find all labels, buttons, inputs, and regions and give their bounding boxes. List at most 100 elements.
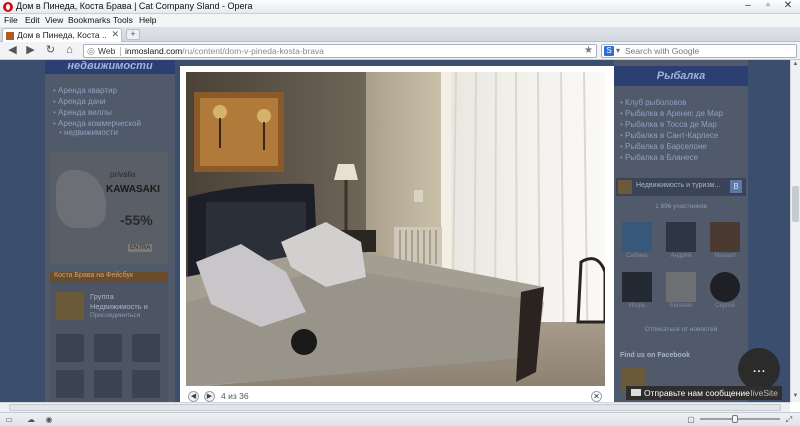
vertical-scroll-thumb[interactable]: [792, 186, 799, 222]
horizontal-scroll-thumb[interactable]: [9, 404, 781, 411]
scroll-down-icon[interactable]: ▼: [791, 393, 800, 401]
address-separator: [120, 47, 121, 56]
vk-member-avatar[interactable]: [666, 272, 696, 302]
vk-member-name: Евгения: [669, 303, 693, 309]
lightbox-photo[interactable]: [186, 72, 605, 386]
group-sub: Недвижимость и: [90, 302, 148, 311]
reload-icon[interactable]: ↻: [44, 44, 57, 57]
tab-title: Дом в Пинеда, Коста ...: [17, 30, 107, 40]
left-banner: недвижимости: [45, 60, 175, 74]
vk-logo-icon[interactable]: B: [730, 180, 742, 193]
opera-logo-icon[interactable]: [3, 2, 13, 12]
fit-width-icon[interactable]: ⤢: [784, 415, 794, 424]
tab-bar: Дом в Пинеда, Коста ... ✕ +: [0, 27, 800, 42]
menu-bookmarks[interactable]: Bookmarks: [68, 15, 111, 25]
ad-title: KAWASAKI: [106, 184, 160, 195]
search-input[interactable]: Search with Google: [625, 46, 699, 56]
zoom-slider[interactable]: [700, 415, 780, 423]
ad-discount: -55%: [120, 212, 153, 228]
right-link-1[interactable]: Рыбалка в Аренис де Мар: [620, 109, 723, 118]
search-engine-dropdown-icon[interactable]: ▾: [616, 46, 620, 55]
right-link-3[interactable]: Рыбалка в Сант-Карлесе: [620, 131, 718, 140]
title-bar: Дом в Пинеда, Коста Брава | Cat Company …: [0, 0, 800, 14]
group-title[interactable]: Группа: [90, 292, 114, 301]
navigation-bar: ◀ ▶ ↻ ⌂ ◎ Web inmosland.com/ru/content/d…: [0, 42, 800, 60]
vk-unsubscribe[interactable]: Отписаться от новостей: [614, 326, 748, 333]
minimize-button[interactable]: –: [738, 1, 758, 12]
right-link-5[interactable]: Рыбалка в Бланесе: [620, 153, 698, 162]
scroll-up-icon[interactable]: ▲: [791, 61, 800, 69]
lightbox-counter: 4 из 36: [221, 391, 249, 401]
left-link-3[interactable]: Аренда коммерческой: [53, 119, 141, 128]
group-photo-2[interactable]: [132, 334, 160, 362]
vk-member-avatar[interactable]: [710, 222, 740, 252]
view-icon[interactable]: ▢: [686, 415, 696, 424]
right-link-4[interactable]: Рыбалка в Барселоне: [620, 142, 707, 151]
group-thumb[interactable]: [56, 292, 84, 320]
close-window-button[interactable]: ✕: [778, 1, 798, 12]
menu-edit[interactable]: Edit: [25, 15, 40, 25]
address-url[interactable]: inmosland.com/ru/content/dom-v-pineda-ko…: [125, 46, 324, 56]
left-link-0[interactable]: Аренда квартир: [53, 86, 117, 95]
back-icon[interactable]: ◀: [6, 44, 19, 57]
tab-close-icon[interactable]: ✕: [111, 29, 119, 40]
livechat-brand: liveSite: [750, 388, 778, 398]
menu-view[interactable]: View: [45, 15, 63, 25]
turbo-icon[interactable]: ◉: [44, 415, 54, 424]
chat-bubble-button[interactable]: ...: [738, 348, 780, 390]
vk-member-avatar[interactable]: [622, 222, 652, 252]
group-photo-0[interactable]: [56, 334, 84, 362]
menu-file[interactable]: File: [4, 15, 18, 25]
status-bar: ▭ ☁ ◉ ▢ ⤢: [0, 412, 800, 426]
left-link-2[interactable]: Аренда виллы: [53, 108, 112, 117]
group-photo-1[interactable]: [94, 334, 122, 362]
right-banner: Рыбалка: [614, 66, 748, 86]
new-tab-button[interactable]: +: [126, 29, 140, 40]
menu-bar: File Edit View Bookmarks Tools Help: [0, 14, 800, 27]
vk-member-avatar[interactable]: [666, 222, 696, 252]
maximize-button[interactable]: ▫: [758, 1, 778, 12]
search-engine-icon[interactable]: S: [604, 46, 614, 56]
vk-group-title[interactable]: Недвижимость и туризм...: [636, 182, 720, 189]
group-photo-5[interactable]: [132, 370, 160, 398]
ad-shoe-image: [56, 170, 106, 228]
vertical-scrollbar[interactable]: ▲ ▼: [790, 60, 800, 402]
vk-member-count: 1 896 участников: [655, 203, 707, 210]
forward-icon[interactable]: ▶: [24, 44, 37, 57]
group-photo-3[interactable]: [56, 370, 84, 398]
vk-member-name: Сабина: [626, 253, 648, 259]
home-icon[interactable]: ⌂: [63, 44, 76, 57]
bedroom-photo-image: [186, 72, 605, 386]
lightbox-next-button[interactable]: ▶: [204, 391, 215, 402]
livechat-bar[interactable]: Отправьте нам сообщение liveSite: [626, 386, 782, 400]
menu-help[interactable]: Help: [139, 15, 156, 25]
left-link-4[interactable]: недвижимости: [59, 128, 118, 137]
url-path: /ru/content/dom-v-pineda-kosta-brava: [182, 46, 324, 56]
vk-member-avatar[interactable]: [710, 272, 740, 302]
ad-brand: privalia: [110, 170, 136, 179]
address-bar[interactable]: ◎ Web inmosland.com/ru/content/dom-v-pin…: [83, 44, 597, 58]
bookmark-star-icon[interactable]: ★: [584, 45, 593, 56]
panel-toggle-icon[interactable]: ▭: [4, 415, 14, 424]
vk-member-name: Андрей: [670, 253, 692, 259]
lightbox-close-button[interactable]: ✕: [591, 391, 602, 402]
vk-group-avatar[interactable]: [618, 180, 632, 194]
left-link-1[interactable]: Аренда дачи: [53, 97, 106, 106]
ad-banner[interactable]: privalia KAWASAKI -55% ENTRA: [50, 152, 168, 264]
group-box-header: Коста Брава на Фейсбук: [50, 272, 168, 282]
group-join[interactable]: Присоединиться: [90, 312, 140, 319]
envelope-icon: [631, 389, 641, 396]
search-box[interactable]: S ▾ Search with Google: [601, 44, 797, 58]
right-link-2[interactable]: Рыбалка в Тосса де Мар: [620, 120, 717, 129]
horizontal-scrollbar[interactable]: [0, 402, 790, 412]
vk-member-avatar[interactable]: [622, 272, 652, 302]
lightbox-prev-button[interactable]: ◀: [188, 391, 199, 402]
zoom-slider-knob[interactable]: [732, 415, 738, 423]
menu-tools[interactable]: Tools: [113, 15, 133, 25]
right-link-0[interactable]: Клуб рыболовов: [620, 98, 686, 107]
ad-cta[interactable]: ENTRA: [128, 244, 153, 252]
cloud-sync-icon[interactable]: ☁: [26, 415, 36, 424]
vk-member-name: Сергей: [715, 303, 735, 309]
group-photo-4[interactable]: [94, 370, 122, 398]
tab-active[interactable]: Дом в Пинеда, Коста ... ✕: [2, 28, 122, 42]
